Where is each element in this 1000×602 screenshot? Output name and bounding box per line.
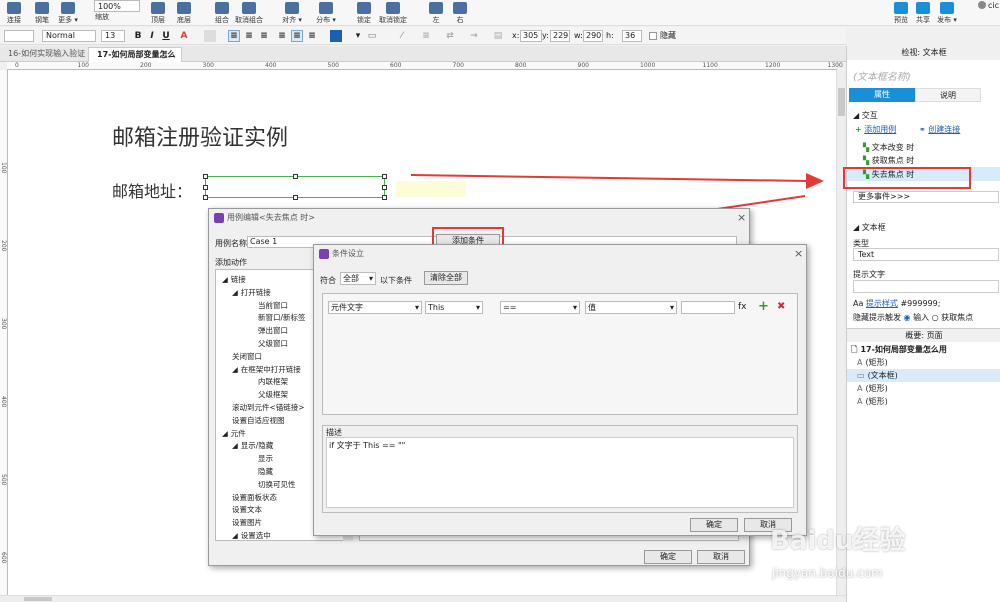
tree-item[interactable]: ◢ 设置选中: [232, 530, 271, 540]
tree-item[interactable]: ◢ 打开链接: [232, 287, 271, 298]
tree-item-label: 设置自适应视图: [232, 415, 285, 425]
tree-item-label: 设置文本: [232, 505, 262, 515]
tree-item-label: 显示: [258, 454, 273, 464]
tree-item[interactable]: 父级框架: [258, 389, 288, 400]
fx-button[interactable]: fx: [738, 302, 747, 312]
tree-item-label: 打开链接: [240, 287, 271, 297]
dropdown-arrow-icon: ▾: [368, 274, 373, 283]
tree-item-label: 当前窗口: [258, 300, 288, 310]
tree-item[interactable]: 弹出窗口: [258, 325, 288, 336]
condition-ok-button[interactable]: 确定: [690, 518, 738, 532]
tree-item[interactable]: ◢ 元件: [222, 428, 246, 439]
tree-item[interactable]: 设置文本: [232, 504, 262, 515]
tree-item[interactable]: 父级窗口: [258, 338, 288, 349]
tree-item-label: 内联框架: [258, 377, 288, 387]
case-name-label: 用例名称: [215, 239, 247, 248]
expand-icon[interactable]: ◢: [232, 288, 238, 297]
expand-icon[interactable]: ◢: [222, 429, 228, 438]
tree-item-label: 滚动到元件<锚链接>: [232, 403, 305, 412]
watermark-url: jingyan.baidu.com: [772, 566, 883, 580]
dropdown-arrow-icon: ▾: [572, 303, 577, 312]
tree-item-label: 元件: [230, 428, 246, 438]
tree-item-label: 关闭窗口: [232, 351, 262, 361]
expand-icon[interactable]: ◢: [222, 275, 228, 284]
match-select[interactable]: 全部 ▾: [340, 272, 376, 285]
clear-all-button[interactable]: 清除全部: [424, 271, 468, 285]
condition-type-value: 元件文字: [331, 303, 363, 312]
watermark-logo: Baidu经验: [770, 526, 906, 556]
value-type-value: 值: [588, 303, 596, 312]
tree-item[interactable]: 滚动到元件<锚链接>: [232, 402, 305, 413]
match-value: 全部: [343, 274, 359, 283]
tree-item-label: 父级框架: [258, 390, 288, 400]
following-label: 以下条件: [380, 276, 412, 285]
remove-row-icon[interactable]: ✖: [777, 301, 785, 312]
tree-item-label: 设置选中: [240, 531, 271, 540]
annotation-highlight-event: [843, 167, 971, 189]
tree-item[interactable]: 设置自适应视图: [232, 415, 285, 426]
tree-item-label: 显示/隐藏: [240, 441, 274, 451]
condition-dialog-title: 条件设立: [332, 249, 364, 258]
tree-item-label: 在框架中打开链接: [240, 364, 301, 374]
close-icon[interactable]: ×: [794, 247, 803, 260]
tree-item-label: 设置图片: [232, 518, 262, 528]
operator-value: ==: [503, 303, 517, 312]
value-type-select[interactable]: 值 ▾: [585, 301, 677, 314]
tree-item[interactable]: ◢ 链接: [222, 274, 246, 285]
condition-target-value: This: [428, 303, 445, 312]
tree-item[interactable]: 内联框架: [258, 376, 288, 387]
condition-dialog: 条件设立 × 符合 全部 ▾ 以下条件 清除全部 元件文字 ▾ This ▾ == ▾ …: [313, 244, 807, 536]
tree-item-label: 弹出窗口: [258, 326, 288, 336]
add-action-label: 添加动作: [215, 258, 247, 267]
tree-item[interactable]: 切换可见性: [258, 479, 296, 490]
condition-type-select[interactable]: 元件文字 ▾: [328, 301, 422, 314]
operator-select[interactable]: == ▾: [500, 301, 580, 314]
condition-target-select[interactable]: This ▾: [425, 301, 483, 314]
tree-item-label: 父级窗口: [258, 339, 288, 348]
dialog-title: 用例编辑<失去焦点 时>: [227, 213, 315, 222]
match-label: 符合: [320, 276, 336, 285]
tree-item-label: 切换可见性: [258, 479, 296, 489]
tree-item[interactable]: 关闭窗口: [232, 351, 262, 362]
dropdown-arrow-icon: ▾: [414, 303, 419, 312]
tree-item-label: 设置面板状态: [232, 492, 277, 502]
close-icon[interactable]: ×: [737, 211, 746, 224]
tree-item[interactable]: 新窗口/新标签: [258, 312, 306, 323]
value-input[interactable]: [681, 301, 735, 314]
tree-item[interactable]: 设置面板状态: [232, 492, 277, 503]
tree-item[interactable]: ◢ 显示/隐藏: [232, 440, 273, 451]
expand-icon[interactable]: ◢: [232, 531, 238, 540]
expand-icon[interactable]: ◢: [232, 441, 238, 450]
tree-item-label: 新窗口/新标签: [258, 313, 306, 323]
description-text[interactable]: if 文字于 This == "": [326, 437, 794, 508]
tree-item[interactable]: 当前窗口: [258, 300, 288, 311]
dropdown-arrow-icon: ▾: [475, 303, 480, 312]
tree-item-label: 链接: [230, 275, 246, 284]
tree-item[interactable]: 显示: [258, 453, 273, 464]
tree-item[interactable]: ◢ 在框架中打开链接: [232, 364, 301, 375]
add-row-icon[interactable]: +: [758, 299, 769, 314]
case-cancel-button[interactable]: 取消: [697, 550, 745, 564]
tree-item[interactable]: 设置图片: [232, 517, 262, 528]
expand-icon[interactable]: ◢: [232, 365, 238, 374]
tree-item-label: 隐藏: [258, 467, 273, 476]
case-ok-button[interactable]: 确定: [644, 550, 692, 564]
tree-item[interactable]: 隐藏: [258, 466, 273, 477]
dropdown-arrow-icon: ▾: [669, 303, 674, 312]
